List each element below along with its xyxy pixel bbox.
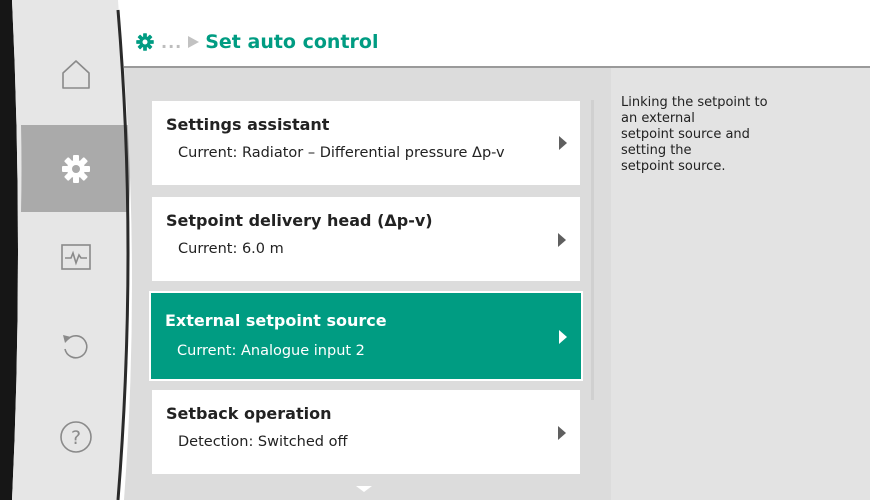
- menu-item-external-setpoint-source[interactable]: External setpoint source Current: Analog…: [149, 291, 583, 381]
- triangle-right-icon: [188, 36, 200, 48]
- menu-item-settings-assistant[interactable]: Settings assistant Current: Radiator – D…: [152, 101, 580, 185]
- page-title: Set auto control: [205, 31, 379, 53]
- help-line: setpoint source and: [621, 127, 750, 142]
- left-bezel: [0, 0, 18, 500]
- help-line: setting the: [621, 143, 692, 158]
- gear-icon: [136, 33, 154, 51]
- menu-item-subtitle: Current: 6.0 m: [178, 241, 284, 257]
- chevron-down-icon[interactable]: [356, 486, 372, 492]
- chevron-right-icon: [558, 233, 566, 247]
- chevron-right-icon: [559, 136, 567, 150]
- breadcrumb-ellipsis: ...: [161, 32, 183, 52]
- pulse-monitor-icon: [61, 244, 91, 270]
- header-underline: [124, 66, 870, 68]
- menu-item-title: Settings assistant: [166, 115, 330, 134]
- menu-item-subtitle: Current: Radiator – Differential pressur…: [178, 145, 505, 161]
- home-icon: [62, 60, 90, 89]
- menu-item-title: Setback operation: [166, 404, 332, 423]
- menu-item-title: Setpoint delivery head (Δp-v): [166, 211, 433, 230]
- menu-item-setpoint-delivery-head[interactable]: Setpoint delivery head (Δp-v) Current: 6…: [152, 197, 580, 281]
- header-breadcrumb: ... Set auto control: [135, 24, 378, 60]
- help-text: Linking the setpoint to an external setp…: [621, 95, 851, 175]
- nav-help-button[interactable]: ?: [22, 393, 130, 481]
- nav-settings-button[interactable]: [22, 125, 130, 213]
- chevron-right-icon: [559, 330, 567, 344]
- scrollbar[interactable]: [591, 100, 594, 400]
- menu-item-title: External setpoint source: [165, 311, 387, 330]
- help-line: Linking the setpoint to: [621, 95, 768, 110]
- pump-display-screen: ? ... Set auto control Settings assistan…: [0, 0, 870, 500]
- menu-item-setback-operation[interactable]: Setback operation Detection: Switched of…: [152, 390, 580, 474]
- nav-diagnostics-button[interactable]: [22, 213, 130, 301]
- svg-text:?: ?: [71, 427, 81, 449]
- menu-item-subtitle: Detection: Switched off: [178, 434, 348, 450]
- gear-icon: [62, 155, 90, 183]
- help-line: an external: [621, 111, 695, 126]
- help-line: setpoint source.: [621, 159, 726, 174]
- menu-item-subtitle: Current: Analogue input 2: [177, 343, 365, 359]
- nav-restore-button[interactable]: [22, 303, 130, 391]
- undo-icon: [63, 335, 88, 359]
- nav-home-button[interactable]: [22, 30, 130, 118]
- chevron-right-icon: [558, 426, 566, 440]
- question-circle-icon: ?: [60, 421, 92, 453]
